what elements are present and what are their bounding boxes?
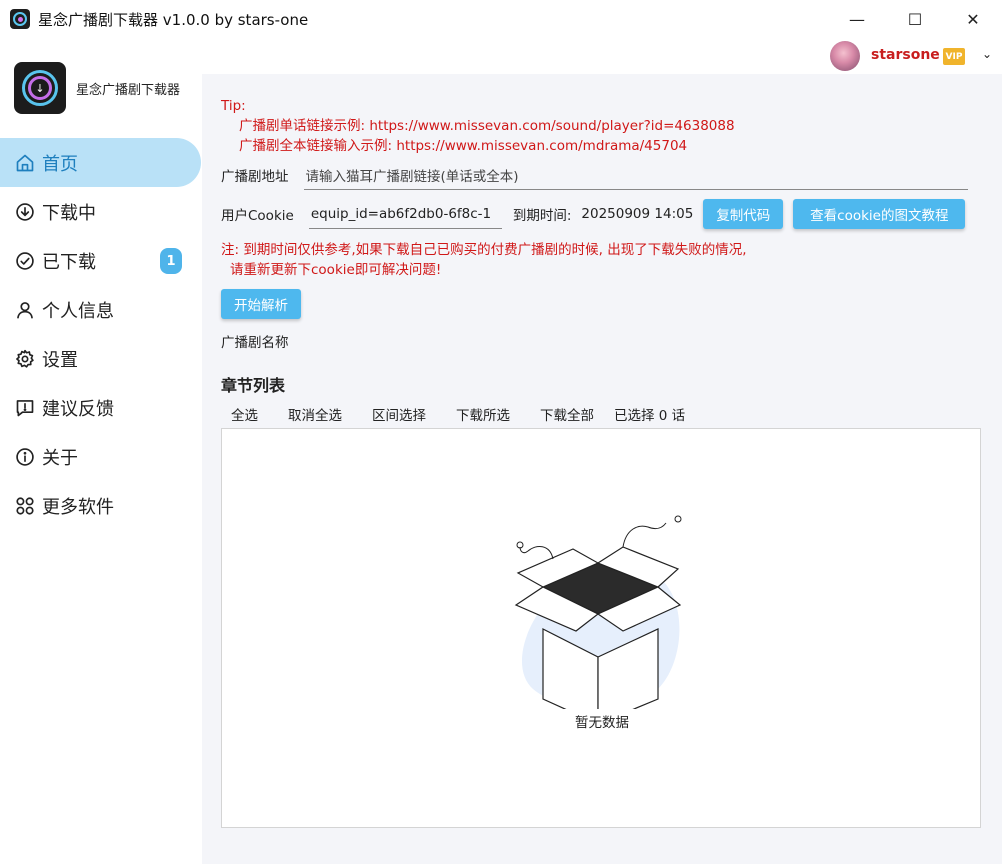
cookie-note-line2: 请重新更新下cookie即可解决问题! [230,262,442,278]
sidebar-item-profile[interactable]: 个人信息 [0,285,202,334]
cookie-input[interactable]: equip_id=ab6f2db0-6f8c-1 [308,199,502,229]
feedback-icon [14,397,36,419]
sidebar-item-label: 建议反馈 [42,398,114,420]
main-content: Tip: 广播剧单话链接示例: https://www.missevan.com… [202,74,1002,864]
chapter-list[interactable]: 暂无数据 [221,428,981,828]
cookie-label: 用户Cookie [221,208,294,224]
download-selected-button[interactable]: 下载所选 [456,404,510,424]
user-bar: starsone VIP ⌄ [202,38,1002,74]
sidebar-item-label: 个人信息 [42,300,114,322]
select-all-button[interactable]: 全选 [231,404,258,424]
sidebar-item-label: 已下载 [42,251,96,273]
url-label: 广播剧地址 [221,169,289,185]
sidebar-item-downloaded[interactable]: 已下载 1 [0,236,202,285]
sidebar-item-label: 更多软件 [42,496,114,518]
start-parse-button[interactable]: 开始解析 [221,289,301,319]
sidebar-item-label: 关于 [42,447,78,469]
download-all-button[interactable]: 下载全部 [540,404,594,424]
cookie-note-line1: 注: 到期时间仅供参考,如果下载自己已购买的付费广播剧的时候, 出现了下载失败的… [221,242,747,258]
cookie-tutorial-button[interactable]: 查看cookie的图文教程 [793,199,966,229]
url-input[interactable]: 请输入猫耳广播剧链接(单话或全本) [303,160,968,190]
window-title: 星念广播剧下载器 v1.0.0 by stars-one [38,10,309,29]
gear-icon [14,348,36,370]
selected-count: 已选择 0 话 [614,408,686,424]
maximize-button[interactable]: ☐ [886,0,944,38]
brand-name: 星念广播剧下载器 [76,82,181,98]
close-button[interactable]: ✕ [944,0,1002,38]
sidebar-item-label: 下载中 [42,202,96,224]
range-select-button[interactable]: 区间选择 [372,404,426,424]
sidebar-item-label: 首页 [42,153,78,175]
drama-name-label: 广播剧名称 [221,335,289,351]
sidebar-item-home[interactable]: 首页 [0,138,201,187]
sidebar: ↓ 星念广播剧下载器 首页 下载中 已下载 1 个人信息 设置 建议反馈 关于 … [0,38,202,864]
username[interactable]: starsone [871,47,940,63]
tip-example-full: 广播剧全本链接输入示例: https://www.missevan.com/md… [239,138,688,154]
expire-label: 到期时间: [512,208,572,224]
nav-menu: 首页 下载中 已下载 1 个人信息 设置 建议反馈 关于 更多软件 [0,138,202,530]
cookie-note: 注: 到期时间仅供参考,如果下载自己已购买的付费广播剧的时候, 出现了下载失败的… [221,240,747,280]
home-icon [14,152,36,174]
tip-heading: Tip: [221,98,246,114]
expire-value: 20250909 14:05 [581,206,694,222]
avatar[interactable] [830,41,860,71]
download-circle-icon [14,201,36,223]
app-icon [10,9,30,29]
empty-box-icon [514,515,682,709]
vip-badge: VIP [943,48,965,65]
sidebar-item-settings[interactable]: 设置 [0,334,202,383]
sidebar-item-label: 设置 [42,349,78,371]
copy-code-button[interactable]: 复制代码 [703,199,784,229]
minimize-button[interactable]: — [828,0,886,38]
brand: ↓ 星念广播剧下载器 [0,38,202,138]
title-bar: 星念广播剧下载器 v1.0.0 by stars-one — ☐ ✕ [0,0,1002,38]
check-circle-icon [14,250,36,272]
chapter-toolbar: 全选 取消全选 区间选择 下载所选 下载全部 已选择 0 话 [221,404,715,424]
sidebar-item-downloading[interactable]: 下载中 [0,187,202,236]
brand-logo-icon: ↓ [14,62,66,114]
sidebar-item-more-software[interactable]: 更多软件 [0,481,202,530]
sidebar-item-about[interactable]: 关于 [0,432,202,481]
chapter-list-title: 章节列表 [221,376,286,395]
deselect-all-button[interactable]: 取消全选 [288,404,342,424]
tip-block: Tip: 广播剧单话链接示例: https://www.missevan.com… [221,96,735,156]
tip-example-single: 广播剧单话链接示例: https://www.missevan.com/soun… [239,118,735,134]
downloaded-count-badge: 1 [160,248,182,274]
user-icon [14,299,36,321]
chevron-down-icon[interactable]: ⌄ [982,47,992,61]
sidebar-item-feedback[interactable]: 建议反馈 [0,383,202,432]
empty-state-text: 暂无数据 [575,715,629,731]
info-icon [14,446,36,468]
grid-icon [14,495,36,517]
